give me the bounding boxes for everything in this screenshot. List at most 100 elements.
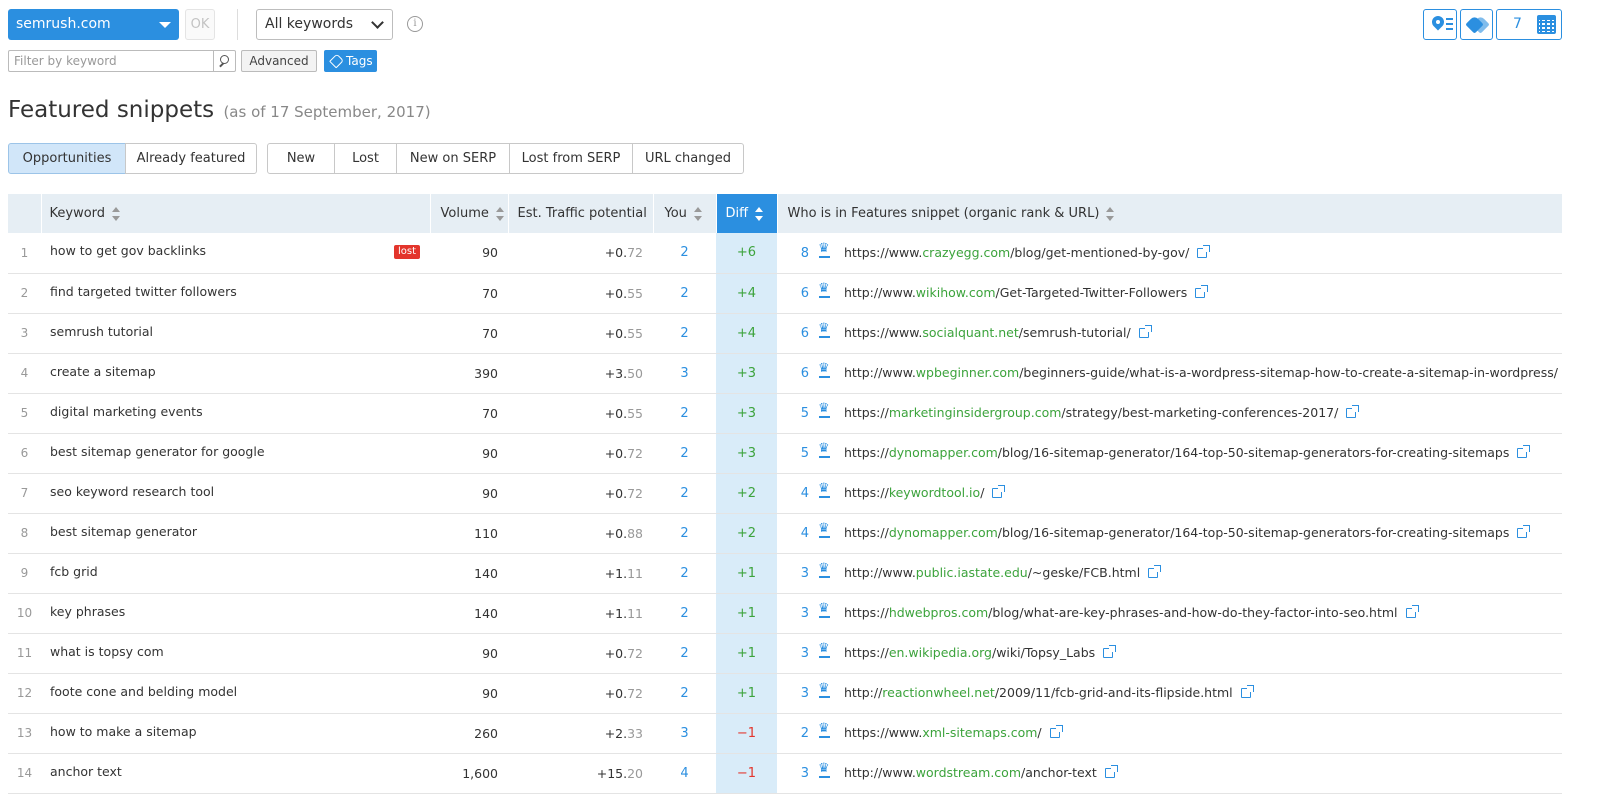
url-domain: wordstream.com xyxy=(915,765,1021,780)
organic-rank[interactable]: 4 xyxy=(777,486,809,501)
external-link-icon[interactable] xyxy=(1346,405,1360,418)
filter-by-keyword-input[interactable] xyxy=(8,50,214,72)
tab-new-on-serp[interactable]: New on SERP xyxy=(396,143,510,174)
keyword-text[interactable]: anchor text xyxy=(50,764,122,779)
col-header-diff[interactable]: Diff xyxy=(715,194,777,233)
organic-rank[interactable]: 6 xyxy=(777,326,809,341)
organic-rank[interactable]: 3 xyxy=(777,766,809,781)
external-link-icon[interactable] xyxy=(1138,325,1152,338)
you-position-cell[interactable]: 2 xyxy=(653,233,716,274)
organic-rank[interactable]: 3 xyxy=(777,566,809,581)
keyword-text[interactable]: digital marketing events xyxy=(50,404,203,419)
keyword-text[interactable]: best sitemap generator for google xyxy=(50,444,265,459)
snippet-url[interactable]: https://dynomapper.com/blog/16-sitemap-g… xyxy=(844,445,1509,460)
organic-rank[interactable]: 5 xyxy=(777,446,809,461)
keyword-text[interactable]: find targeted twitter followers xyxy=(50,284,237,299)
snippet-url[interactable]: https://dynomapper.com/blog/16-sitemap-g… xyxy=(844,525,1509,540)
location-button[interactable] xyxy=(1423,9,1457,40)
tab-url-changed[interactable]: URL changed xyxy=(632,143,744,174)
tags-manager-button[interactable] xyxy=(1460,9,1493,40)
keyword-text[interactable]: how to get gov backlinks xyxy=(50,243,206,258)
col-header-who-is-in-snippet[interactable]: Who is in Features snippet (organic rank… xyxy=(776,194,1562,233)
volume-cell: 140 xyxy=(430,593,508,634)
you-position-cell[interactable]: 2 xyxy=(653,433,716,474)
organic-rank[interactable]: 5 xyxy=(777,406,809,421)
etp-frac: 20 xyxy=(627,765,643,781)
snippet-url[interactable]: http://reactionwheel.net/2009/11/fcb-gri… xyxy=(844,685,1233,700)
snippet-url[interactable]: https://marketinginsidergroup.com/strate… xyxy=(844,405,1338,420)
organic-rank[interactable]: 3 xyxy=(777,646,809,661)
external-link-icon[interactable] xyxy=(1405,605,1419,618)
organic-rank[interactable]: 4 xyxy=(777,526,809,541)
external-link-icon[interactable] xyxy=(992,485,1006,498)
keyword-text[interactable]: seo keyword research tool xyxy=(50,484,214,499)
organic-rank[interactable]: 3 xyxy=(777,606,809,621)
advanced-filter-button[interactable]: Advanced xyxy=(241,50,317,72)
col-header-volume[interactable]: Volume xyxy=(429,194,508,233)
keyword-text[interactable]: semrush tutorial xyxy=(50,324,153,339)
snippet-url[interactable]: https://www.socialquant.net/semrush-tuto… xyxy=(844,325,1131,340)
organic-rank[interactable]: 6 xyxy=(777,366,809,381)
col-header-est-traffic-potential[interactable]: Est. Traffic potential xyxy=(507,194,662,233)
you-position-cell[interactable]: 2 xyxy=(653,633,716,674)
you-position-cell[interactable]: 2 xyxy=(653,673,716,714)
external-link-icon[interactable] xyxy=(1104,765,1118,778)
you-position-cell[interactable]: 2 xyxy=(653,273,716,314)
info-icon[interactable]: i xyxy=(407,16,423,32)
date-picker-button[interactable]: 7 xyxy=(1496,9,1562,40)
snippet-url[interactable]: https://keywordtool.io/ xyxy=(844,485,984,500)
tab-lost-from-serp[interactable]: Lost from SERP xyxy=(509,143,633,174)
external-link-icon[interactable] xyxy=(1103,645,1117,658)
keyword-text[interactable]: best sitemap generator xyxy=(50,524,197,539)
keyword-filter-select[interactable]: All keywords xyxy=(256,9,393,40)
tab-already-featured[interactable]: Already featured xyxy=(125,143,257,174)
organic-rank[interactable]: 8 xyxy=(777,246,809,261)
external-link-icon[interactable] xyxy=(1148,565,1162,578)
snippet-url[interactable]: https://en.wikipedia.org/wiki/Topsy_Labs xyxy=(844,645,1095,660)
organic-rank[interactable]: 2 xyxy=(777,726,809,741)
etp-int: +0. xyxy=(604,445,628,461)
keyword-cell: what is topsy com xyxy=(41,633,430,674)
you-position-cell[interactable]: 2 xyxy=(653,553,716,594)
domain-select[interactable]: semrush.com xyxy=(8,9,179,40)
snippet-url[interactable]: https://www.crazyegg.com/blog/get-mentio… xyxy=(844,245,1189,260)
keyword-text[interactable]: foote cone and belding model xyxy=(50,684,237,699)
you-position-cell[interactable]: 2 xyxy=(653,473,716,514)
external-link-icon[interactable] xyxy=(1049,725,1063,738)
col-header-keyword[interactable]: Keyword xyxy=(40,194,430,233)
organic-rank[interactable]: 3 xyxy=(777,686,809,701)
you-position-cell[interactable]: 2 xyxy=(653,593,716,634)
keyword-text[interactable]: what is topsy com xyxy=(50,644,164,659)
row-index: 5 xyxy=(8,393,41,434)
tags-button[interactable]: Tags xyxy=(324,50,377,72)
ok-button[interactable]: OK xyxy=(185,9,215,40)
col-header-you[interactable]: You xyxy=(652,194,716,233)
tab-lost[interactable]: Lost xyxy=(334,143,397,174)
external-link-icon[interactable] xyxy=(1517,525,1531,538)
etp-cell: +3.50 xyxy=(508,353,653,394)
keyword-text[interactable]: fcb grid xyxy=(50,564,98,579)
snippet-url[interactable]: http://www.wordstream.com/anchor-text xyxy=(844,765,1097,780)
external-link-icon[interactable] xyxy=(1197,244,1211,258)
keyword-text[interactable]: key phrases xyxy=(50,604,125,619)
you-position-cell[interactable]: 4 xyxy=(653,753,716,794)
keyword-text[interactable]: create a sitemap xyxy=(50,364,156,379)
tab-opportunities[interactable]: Opportunities xyxy=(8,143,126,174)
snippet-url[interactable]: http://www.wikihow.com/Get-Targeted-Twit… xyxy=(844,285,1187,300)
organic-rank[interactable]: 6 xyxy=(777,286,809,301)
snippet-url[interactable]: https://www.xml-sitemaps.com/ xyxy=(844,725,1042,740)
snippet-url[interactable]: http://www.wpbeginner.com/beginners-guid… xyxy=(844,365,1558,380)
you-position-cell[interactable]: 2 xyxy=(653,313,716,354)
snippet-url[interactable]: http://www.public.iastate.edu/~geske/FCB… xyxy=(844,565,1140,580)
snippet-url[interactable]: https://hdwebpros.com/blog/what-are-key-… xyxy=(844,605,1398,620)
you-position-cell[interactable]: 3 xyxy=(653,353,716,394)
you-position-cell[interactable]: 2 xyxy=(653,513,716,554)
external-link-icon[interactable] xyxy=(1195,285,1209,298)
you-position-cell[interactable]: 3 xyxy=(653,713,716,754)
you-position-cell[interactable]: 2 xyxy=(653,393,716,434)
search-button[interactable] xyxy=(213,50,236,72)
tab-new[interactable]: New xyxy=(267,143,335,174)
external-link-icon[interactable] xyxy=(1517,445,1531,458)
external-link-icon[interactable] xyxy=(1240,685,1254,698)
keyword-text[interactable]: how to make a sitemap xyxy=(50,724,197,739)
